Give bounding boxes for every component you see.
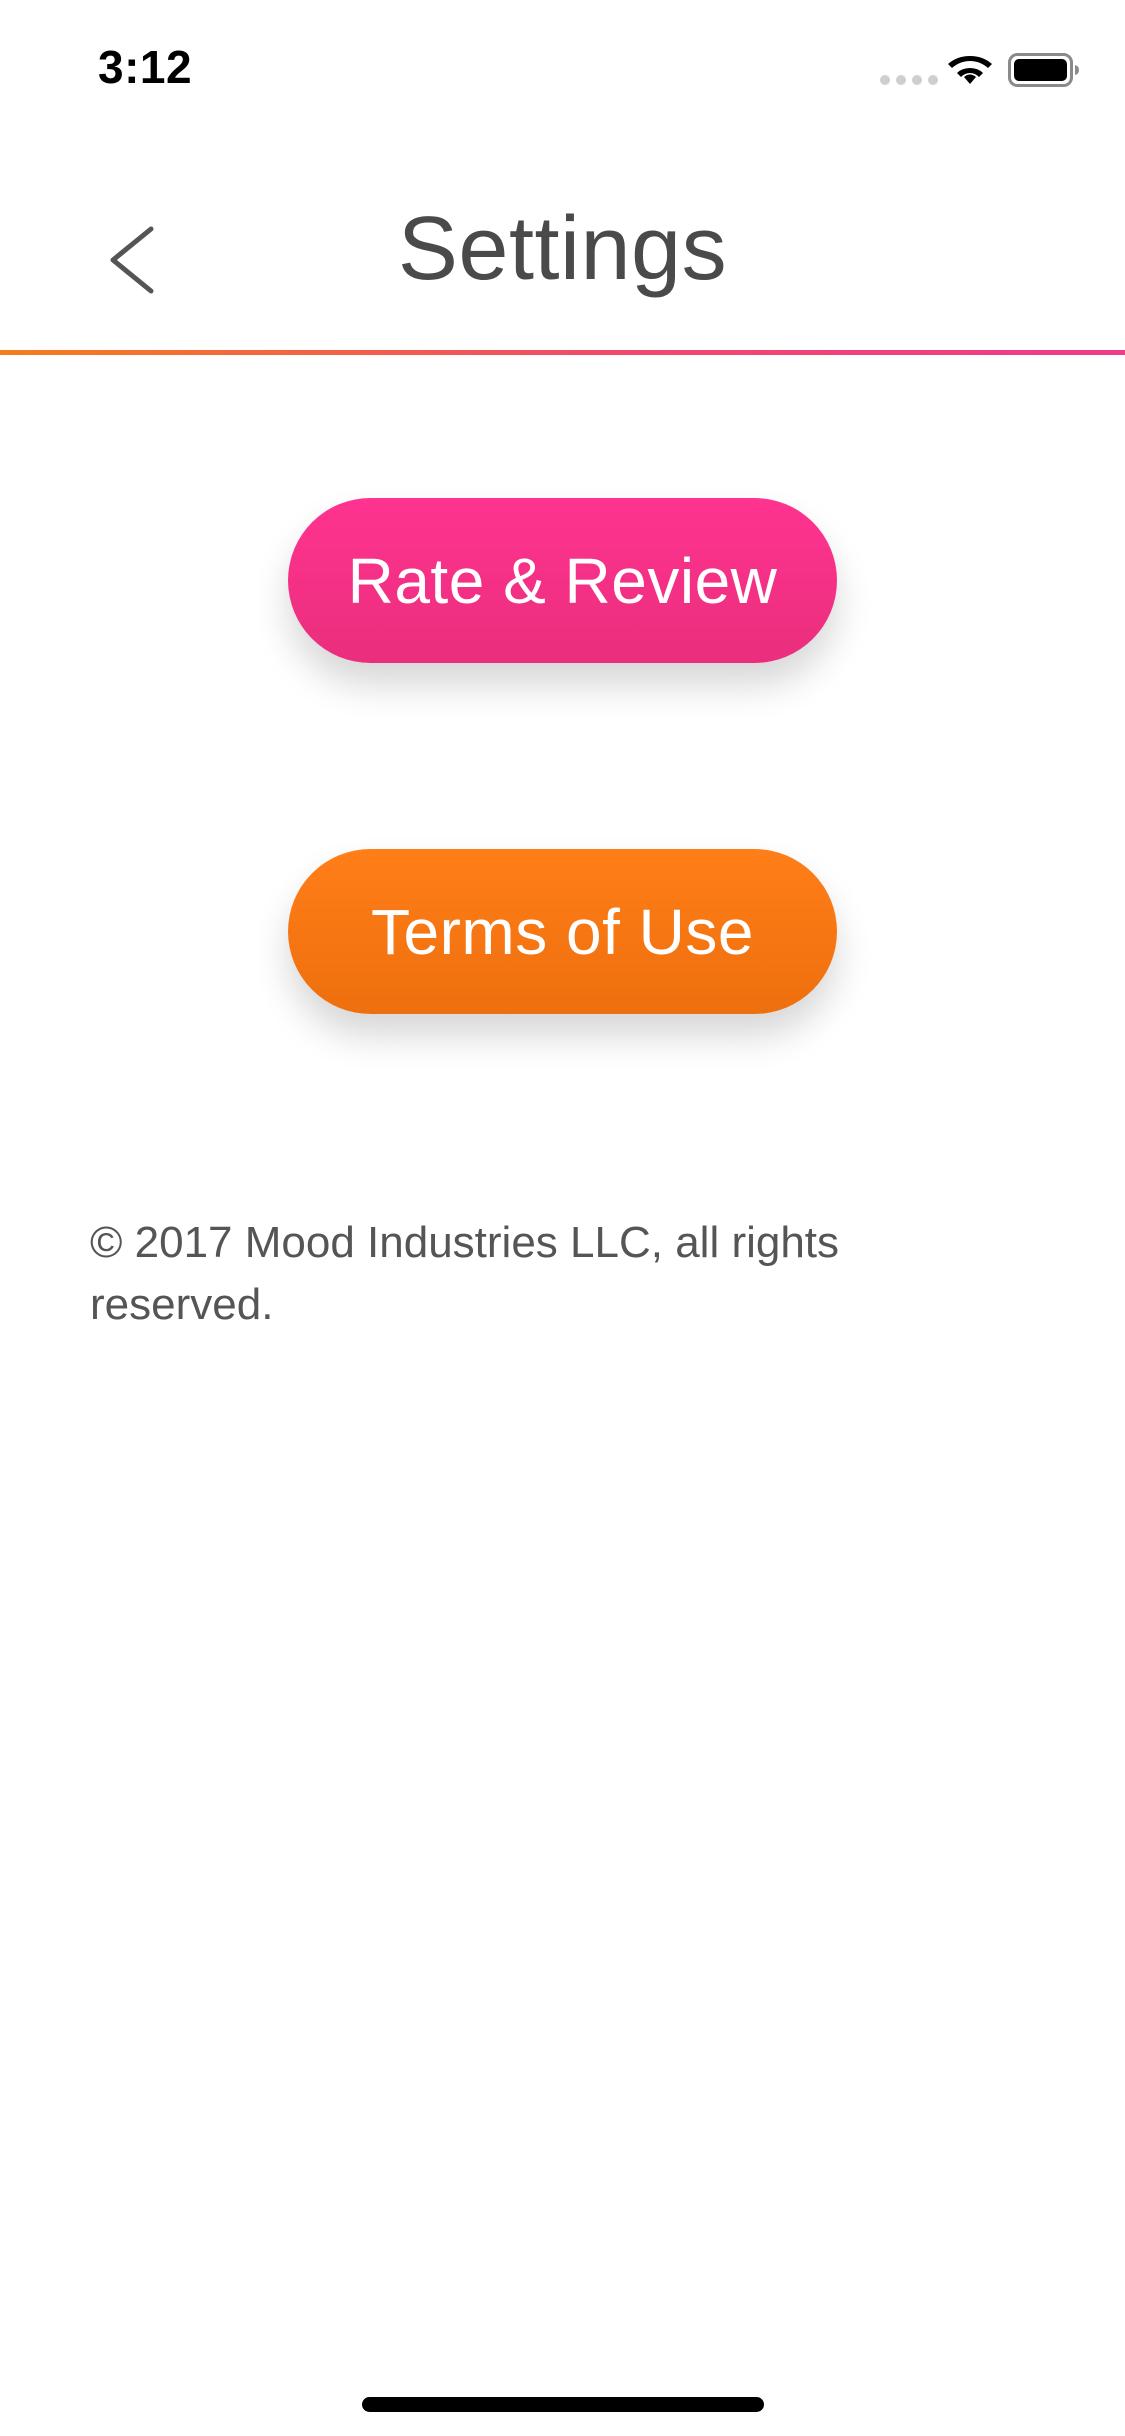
- status-time: 3:12: [98, 41, 193, 93]
- header-divider: [0, 350, 1125, 355]
- page-title: Settings: [397, 199, 728, 299]
- battery-icon: [1008, 53, 1079, 87]
- wifi-icon: [948, 56, 992, 84]
- copyright-text: © 2017 Mood Industries LLC, all rights r…: [90, 1218, 840, 1329]
- rate-review-button[interactable]: Rate & Review: [288, 498, 837, 663]
- terms-of-use-button[interactable]: Terms of Use: [288, 849, 837, 1014]
- home-indicator[interactable]: [362, 2397, 764, 2412]
- cellular-signal-icon: [880, 75, 938, 85]
- rate-review-label: Rate & Review: [347, 544, 778, 617]
- navigation-header: Settings: [0, 160, 1125, 355]
- terms-of-use-label: Terms of Use: [371, 895, 754, 968]
- status-bar: 3:12: [0, 0, 1125, 132]
